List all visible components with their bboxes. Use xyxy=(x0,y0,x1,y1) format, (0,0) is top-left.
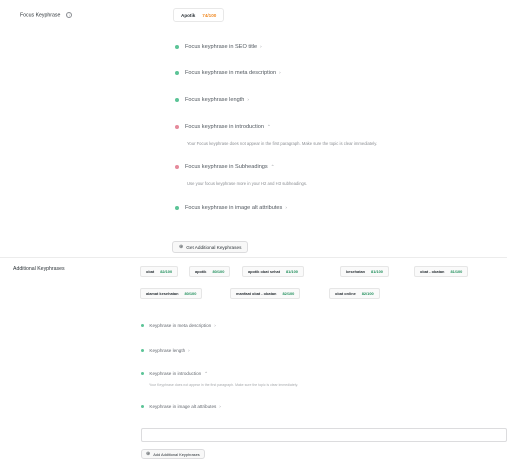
focus-keyword: Apotik xyxy=(181,12,196,18)
tag-score: 80/100 xyxy=(212,269,225,274)
check-label: Focus keyphrase length xyxy=(185,97,245,103)
tag-score: 81/100 xyxy=(450,269,463,274)
additional-keyphrases-label: Additional Keyphrases xyxy=(13,266,65,272)
chevron-right-icon: › xyxy=(260,44,262,49)
keyphrase-tag[interactable]: kesehatan 81/100 xyxy=(340,266,389,277)
tag-keyword: apotik xyxy=(195,269,207,274)
button-label: Get Additional Keyphrases xyxy=(186,244,242,250)
section-divider xyxy=(0,257,507,258)
status-good-icon xyxy=(141,324,145,328)
status-good-icon xyxy=(141,372,145,376)
additional-keyphrase-input[interactable] xyxy=(141,428,507,442)
tag-keyword: kesehatan xyxy=(346,269,366,274)
check-label: Keyphrase length xyxy=(149,348,186,353)
check-item-meta-description[interactable]: Keyphrase in meta description › xyxy=(141,323,216,328)
status-good-icon xyxy=(175,44,179,49)
focus-score: 74/100 xyxy=(202,12,217,18)
chevron-up-icon: ⌃ xyxy=(204,371,209,376)
check-item-seo-title[interactable]: Focus keyphrase in SEO title › xyxy=(175,44,262,50)
check-item-length[interactable]: Keyphrase length › xyxy=(141,348,190,353)
tag-score: 81/100 xyxy=(286,269,298,274)
keyphrase-tag[interactable]: apotik 80/100 xyxy=(189,266,231,277)
chevron-up-icon: ⌃ xyxy=(266,124,271,129)
keyphrase-tag[interactable]: alamat kesehatan 80/100 xyxy=(140,288,203,299)
status-bad-icon xyxy=(175,124,179,129)
check-label: Keyphrase in introduction xyxy=(149,371,202,376)
plus-circle-icon: ⊕ xyxy=(146,451,151,457)
status-bad-icon xyxy=(175,164,179,169)
focus-keyphrase-score[interactable]: Apotik 74/100 xyxy=(173,8,225,22)
chevron-right-icon: › xyxy=(247,97,249,102)
keyphrase-tag[interactable]: manfaat obat - obatan 82/100 xyxy=(230,288,301,299)
tag-keyword: obat - obatan xyxy=(420,269,445,274)
chevron-right-icon: › xyxy=(219,404,221,409)
tag-keyword: obat online xyxy=(335,291,356,296)
check-item-introduction[interactable]: Focus keyphrase in introduction ⌃ xyxy=(175,124,271,130)
check-item-image-alt[interactable]: Focus keyphrase in image alt attributes › xyxy=(175,205,287,211)
chevron-up-icon: ⌃ xyxy=(270,164,275,169)
tag-keyword: obat xyxy=(146,269,155,274)
check-label: Keyphrase in meta description xyxy=(149,323,212,328)
keyphrase-tag[interactable]: obat online 82/100 xyxy=(329,288,380,299)
check-item-image-alt[interactable]: Keyphrase in image alt attributes › xyxy=(141,404,221,409)
check-item-length[interactable]: Focus keyphrase length › xyxy=(175,97,249,103)
status-good-icon xyxy=(175,70,179,75)
check-label: Focus keyphrase in introduction xyxy=(185,124,264,130)
get-additional-keyphrases-button[interactable]: ⊕ Get Additional Keyphrases xyxy=(172,241,249,253)
tag-score: 81/100 xyxy=(371,269,383,274)
check-description: Your Focus keyphrase does not appear in … xyxy=(187,141,378,146)
chevron-right-icon: › xyxy=(214,323,216,328)
keyphrase-tag[interactable]: apotik obat sehat 81/100 xyxy=(242,266,304,277)
tag-keyword: manfaat obat - obatan xyxy=(236,291,277,296)
check-item-meta-description[interactable]: Focus keyphrase in meta description › xyxy=(175,70,281,76)
check-label: Keyphrase in image alt attributes xyxy=(149,404,217,409)
check-label: Focus keyphrase in SEO title xyxy=(185,44,258,50)
focus-keyphrase-label: Focus Keyphrase ⓘ xyxy=(20,12,73,19)
info-icon[interactable]: ⓘ xyxy=(66,12,73,18)
keyphrase-tag[interactable]: obat - obatan 81/100 xyxy=(414,266,469,277)
focus-keyphrase-label-text: Focus Keyphrase xyxy=(20,12,61,19)
check-description: Use your focus keyphrase more in your H2… xyxy=(187,181,308,186)
check-label: Focus keyphrase in meta description xyxy=(185,70,277,76)
tag-score: 82/100 xyxy=(160,269,173,274)
check-item-introduction[interactable]: Keyphrase in introduction ⌃ xyxy=(141,371,208,377)
add-additional-keyphrases-button[interactable]: ⊕ Add Additional Keyphrases xyxy=(141,449,205,459)
keyphrase-tag[interactable]: obat 82/100 xyxy=(140,266,179,277)
tag-score: 82/100 xyxy=(361,291,374,296)
button-label: Add Additional Keyphrases xyxy=(153,451,200,457)
additional-keyphrase-tags: obat 82/100 apotik 80/100 apotik obat seha… xyxy=(140,262,504,306)
tag-score: 80/100 xyxy=(184,291,197,296)
check-item-subheadings[interactable]: Focus keyphrase in Subheadings ⌃ xyxy=(175,164,275,170)
status-good-icon xyxy=(175,97,179,102)
status-good-icon xyxy=(141,405,145,409)
tag-score: 82/100 xyxy=(282,291,295,296)
chevron-right-icon: › xyxy=(279,70,281,75)
tag-keyword: alamat kesehatan xyxy=(146,291,179,296)
check-label: Focus keyphrase in image alt attributes xyxy=(185,205,283,211)
chevron-right-icon: › xyxy=(188,348,190,353)
check-description: Your Keyphrase does not appear in the fi… xyxy=(149,383,299,387)
tag-keyword: apotik obat sehat xyxy=(248,269,280,274)
plus-circle-icon: ⊕ xyxy=(179,244,184,250)
check-label: Focus keyphrase in Subheadings xyxy=(185,164,268,170)
chevron-right-icon: › xyxy=(285,205,287,210)
status-good-icon xyxy=(175,205,179,210)
status-good-icon xyxy=(141,349,145,353)
